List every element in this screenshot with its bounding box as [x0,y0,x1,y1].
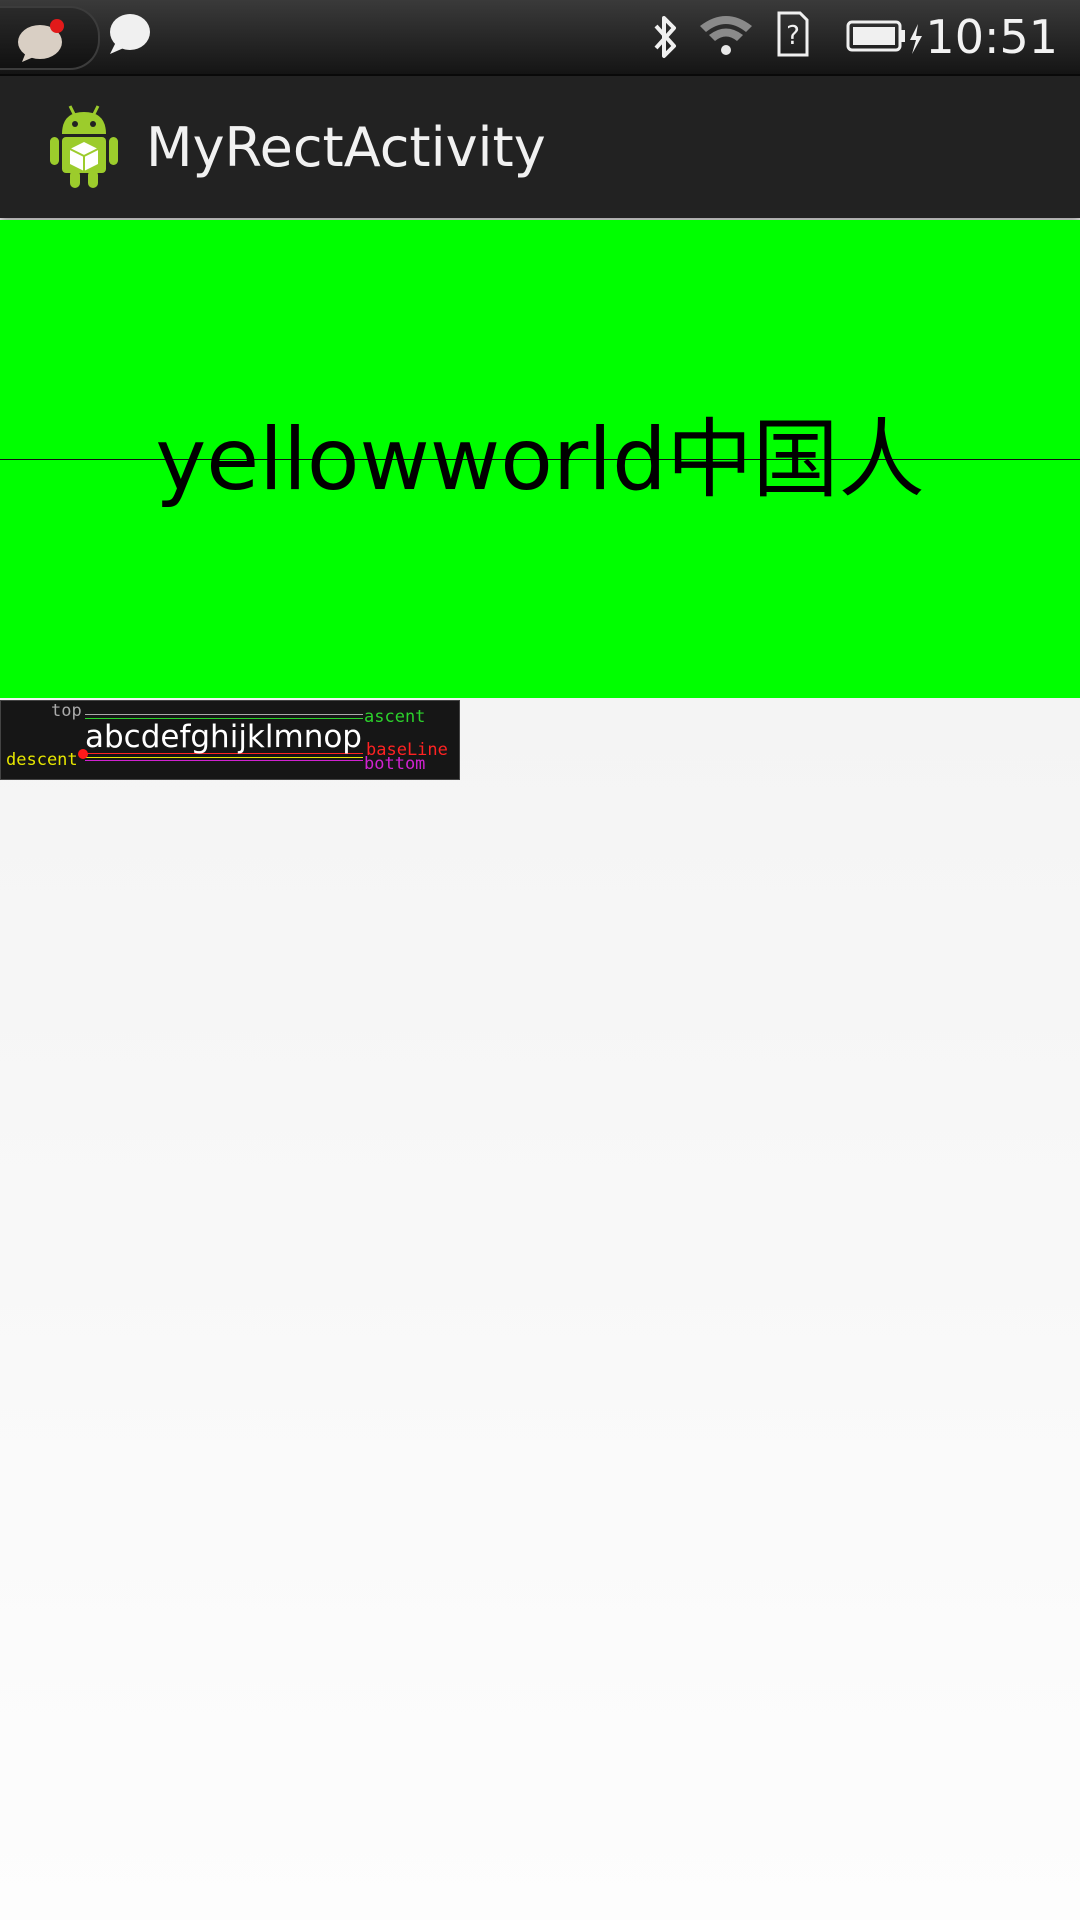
descent-line [85,757,363,758]
ascent-label: ascent [364,707,426,727]
baseline-origin-dot [78,749,88,759]
canvas-text: yellowworld中国人 [155,410,925,510]
status-bar: ? 10:51 [0,0,1080,76]
chat-notification-icon [18,19,64,62]
font-metrics-view: abcdefghijklmnop top ascent baseLine bot… [0,700,460,780]
bluetooth-icon [654,16,676,58]
top-line [85,714,363,715]
sim-card-unknown-icon: ? [777,11,809,57]
descent-label: descent [6,750,78,770]
metrics-sample-text: abcdefghijklmnop [85,719,362,755]
top-label: top [51,701,82,721]
action-bar: MyRectActivity [0,76,1080,218]
speech-bubble-icon [110,14,150,54]
status-clock: 10:51 [925,10,1058,64]
bottom-line [85,760,363,761]
app-title: MyRectActivity [146,116,546,179]
wifi-icon [700,16,752,55]
canvas-view: yellowworld中国人 [0,220,1080,698]
bottom-label: bottom [364,754,426,774]
svg-text:?: ? [786,21,800,51]
android-app-icon[interactable] [48,102,120,190]
notification-pill[interactable] [0,6,100,70]
battery-charging-icon [846,20,922,54]
